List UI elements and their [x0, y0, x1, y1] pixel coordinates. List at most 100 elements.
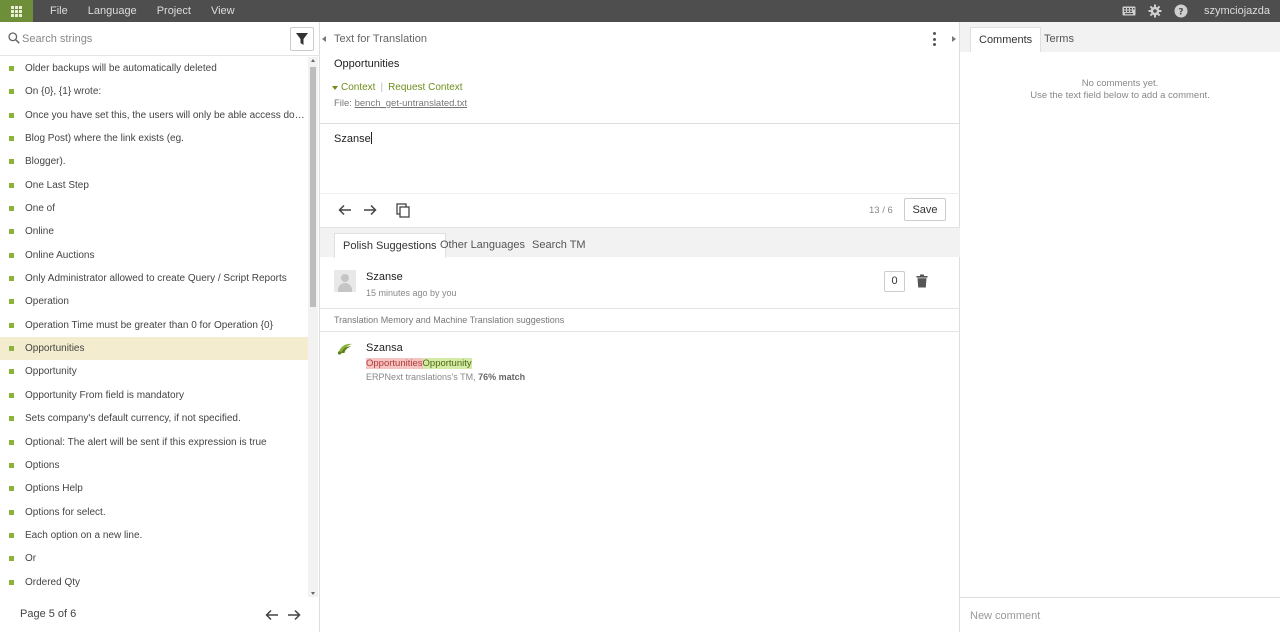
context-link[interactable]: Context [341, 82, 375, 93]
string-text: One of [25, 203, 56, 215]
string-list-item[interactable]: Options Help [0, 477, 308, 500]
top-right-controls: ? szymciojazda [1122, 0, 1270, 22]
scroll-thumb[interactable] [310, 67, 316, 307]
status-dot-icon [9, 322, 14, 328]
string-list-item[interactable]: Options [0, 454, 308, 477]
tab-terms[interactable]: Terms [1036, 27, 1082, 52]
string-list: Older backups will be automatically dele… [0, 57, 308, 597]
filter-button[interactable] [290, 27, 314, 51]
string-list-item[interactable]: Opportunity [0, 360, 308, 383]
empty-comments-line2: Use the text field below to add a commen… [1030, 90, 1210, 101]
collapse-right-icon[interactable] [952, 36, 956, 42]
request-context-link[interactable]: Request Context [388, 82, 463, 93]
trash-icon[interactable] [916, 274, 928, 288]
help-icon[interactable]: ? [1174, 4, 1188, 18]
status-dot-icon [9, 579, 14, 585]
suggestion-text[interactable]: Szanse [366, 271, 403, 283]
string-list-item[interactable]: Sets company's default currency, if not … [0, 407, 308, 430]
string-list-item[interactable]: Ordered Qty [0, 571, 308, 594]
search-input[interactable] [22, 30, 277, 48]
status-dot-icon [9, 416, 14, 422]
gear-icon[interactable] [1148, 4, 1162, 18]
string-list-item[interactable]: Once you have set this, the users will o… [0, 104, 308, 127]
status-dot-icon [9, 532, 14, 538]
string-list-item[interactable]: Or [0, 547, 308, 570]
more-options-icon[interactable] [928, 32, 940, 46]
string-text: Each option on a new line. [25, 529, 143, 541]
string-list-item[interactable]: On {0}, {1} wrote: [0, 80, 308, 103]
string-text: Opportunity From field is mandatory [25, 389, 184, 401]
string-text: Opportunity [25, 366, 77, 378]
string-counter: 13 / 6 [869, 205, 893, 216]
string-list-item[interactable]: One of [0, 197, 308, 220]
string-list-item[interactable]: One Last Step [0, 174, 308, 197]
file-row: File: bench_get-untranslated.txt [334, 98, 467, 109]
scroll-down-arrow[interactable] [311, 592, 315, 595]
apps-grid-button[interactable] [0, 0, 33, 22]
next-string-button[interactable] [362, 202, 378, 218]
string-list-item[interactable]: Each option on a new line. [0, 524, 308, 547]
copy-source-button[interactable] [395, 202, 411, 218]
string-list-item[interactable]: Blog Post) where the link exists (eg. [0, 127, 308, 150]
tab-polish-suggestions[interactable]: Polish Suggestions [334, 233, 446, 258]
string-list-item[interactable]: Options for select. [0, 501, 308, 524]
string-list-item[interactable]: Operation Time must be greater than 0 fo… [0, 314, 308, 337]
menu-project[interactable]: Project [147, 0, 201, 22]
string-list-item[interactable]: Online [0, 220, 308, 243]
search-bar [0, 22, 320, 56]
string-text: Once you have set this, the users will o… [25, 109, 308, 121]
status-dot-icon [9, 182, 14, 188]
arrow-left-icon [265, 609, 278, 621]
menu-file[interactable]: File [40, 0, 78, 22]
tm-match: 76% match [478, 372, 526, 382]
search-icon [8, 32, 20, 44]
tab-search-tm[interactable]: Search TM [524, 233, 594, 258]
status-dot-icon [9, 439, 14, 445]
tm-suggestion-text[interactable]: Szansa [366, 342, 403, 354]
apps-grid-icon [11, 5, 22, 17]
string-list-item[interactable]: Optional: The alert will be sent if this… [0, 431, 308, 454]
source-string: Opportunities [334, 58, 400, 70]
next-page-button[interactable] [286, 607, 302, 623]
translation-textarea[interactable]: Szanse [334, 132, 944, 192]
string-list-item[interactable]: Only Administrator allowed to create Que… [0, 267, 308, 290]
string-list-item[interactable]: Online Auctions [0, 244, 308, 267]
tab-other-languages[interactable]: Other Languages [432, 233, 533, 258]
previous-string-button[interactable] [337, 202, 353, 218]
top-bar: File Language Project View ? szymciojazd… [0, 0, 1280, 22]
string-list-item[interactable]: Operation [0, 290, 308, 313]
string-text: Or [25, 553, 37, 565]
status-dot-icon [9, 392, 14, 398]
status-dot-icon [9, 112, 14, 118]
string-list-item[interactable]: Older backups will be automatically dele… [0, 57, 308, 80]
tm-source: ERPNext translations's TM, 76% match [366, 372, 525, 382]
translation-text: Szanse [334, 133, 371, 145]
save-button[interactable]: Save [904, 198, 946, 221]
arrow-right-icon [364, 204, 377, 216]
suggestion-tabs: Polish Suggestions Other Languages Searc… [320, 227, 960, 258]
status-dot-icon [9, 229, 14, 235]
previous-page-button[interactable] [264, 607, 280, 623]
new-comment-input[interactable] [970, 608, 1270, 624]
context-row: Context | Request Context [332, 82, 463, 93]
file-link[interactable]: bench_get-untranslated.txt [355, 98, 468, 109]
string-list-item[interactable]: Opportunities [0, 337, 308, 361]
scroll-up-arrow[interactable] [311, 59, 315, 62]
string-text: Older backups will be automatically dele… [25, 63, 217, 74]
status-dot-icon [9, 89, 14, 95]
divider [320, 331, 960, 332]
collapse-left-icon[interactable] [322, 36, 326, 42]
string-text: One Last Step [25, 179, 89, 191]
string-list-item[interactable]: Opportunity From field is mandatory [0, 384, 308, 407]
username[interactable]: szymciojazda [1204, 5, 1270, 17]
string-text: Optional: The alert will be sent if this… [25, 436, 267, 448]
tab-comments[interactable]: Comments [970, 27, 1042, 52]
context-toggle-icon[interactable] [332, 85, 338, 90]
menu-language[interactable]: Language [78, 0, 147, 22]
vote-count[interactable]: 0 [884, 271, 905, 292]
string-list-scrollbar[interactable] [308, 57, 318, 597]
string-list-item[interactable]: Blogger). [0, 150, 308, 173]
menu-view[interactable]: View [201, 0, 245, 22]
file-prefix: File: [334, 98, 352, 109]
keyboard-icon[interactable] [1122, 4, 1136, 18]
